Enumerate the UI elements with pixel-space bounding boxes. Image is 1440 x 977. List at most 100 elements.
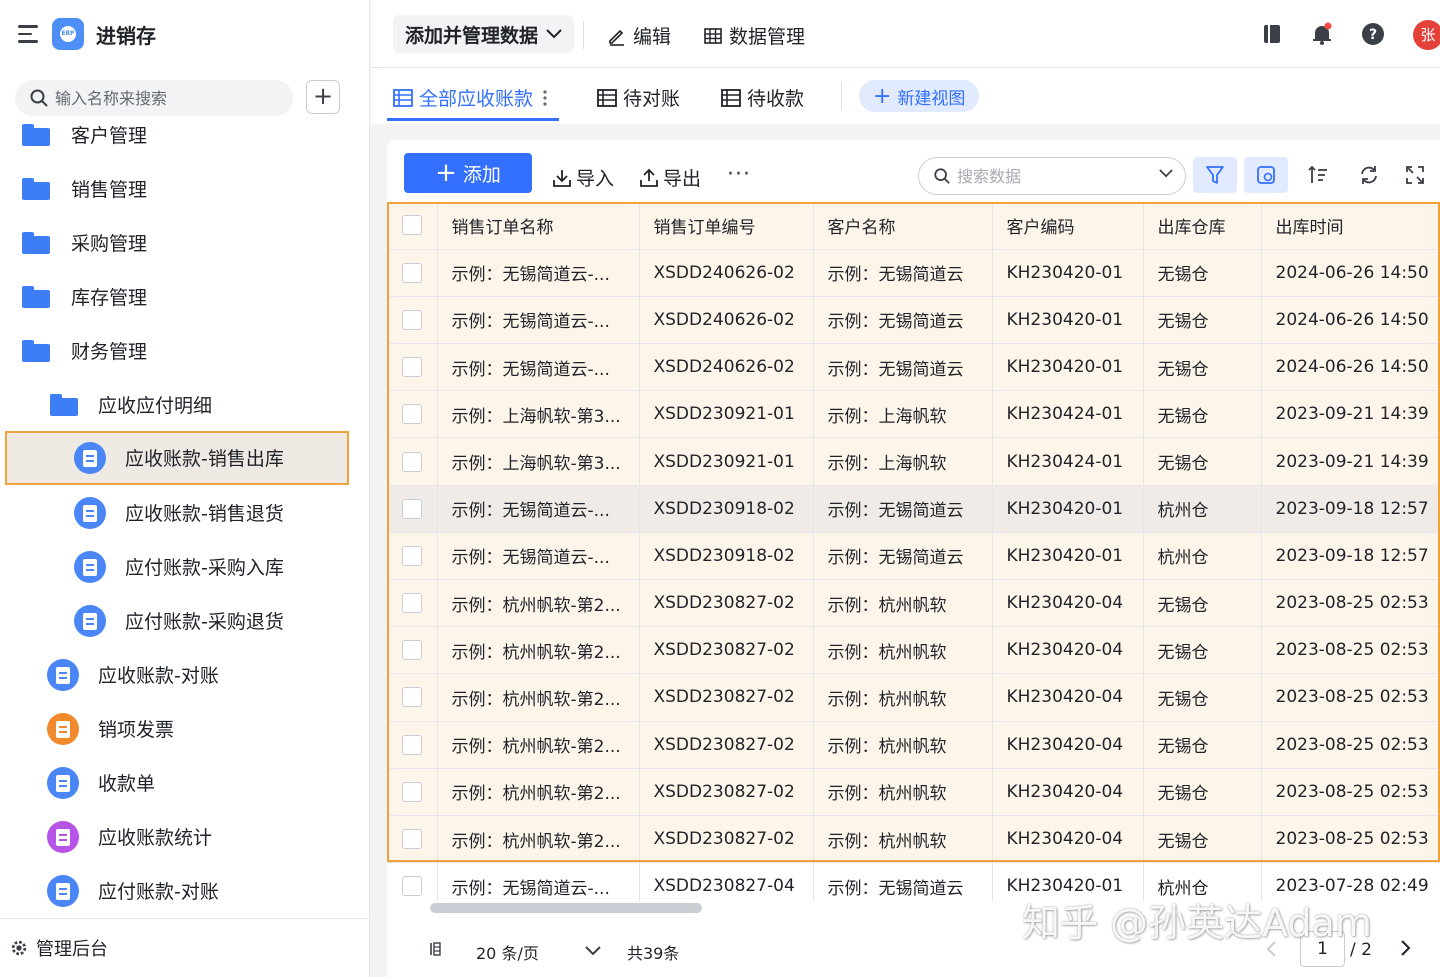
row-checkbox-cell[interactable] bbox=[387, 343, 438, 392]
table-row[interactable]: 示例：无锡简道云-... XSDD240626-02 示例：无锡简道云 KH23042… bbox=[387, 343, 1440, 392]
row-checkbox[interactable] bbox=[401, 451, 422, 472]
row-checkbox-cell[interactable] bbox=[387, 532, 438, 581]
highlight-button[interactable] bbox=[1244, 157, 1288, 193]
row-checkbox-cell[interactable] bbox=[387, 721, 438, 769]
sidebar-item-ap-reconcile[interactable]: 应付账款-对账 bbox=[0, 864, 370, 916]
sidebar-item-ar-reconcile[interactable]: 应收账款-对账 bbox=[0, 648, 370, 702]
row-checkbox-cell[interactable] bbox=[387, 296, 438, 345]
next-page-icon[interactable] bbox=[1399, 937, 1411, 959]
row-checkbox-cell[interactable] bbox=[387, 626, 438, 675]
sidebar-item-sales[interactable]: 销售管理 bbox=[0, 162, 370, 216]
sidebar-item-inventory[interactable]: 库存管理 bbox=[0, 270, 370, 324]
data-manage-button[interactable]: 数据管理 bbox=[703, 22, 805, 49]
row-checkbox[interactable] bbox=[401, 545, 422, 566]
row-checkbox[interactable] bbox=[401, 404, 422, 425]
sidebar-item-receipt[interactable]: 收款单 bbox=[0, 756, 370, 810]
row-checkbox[interactable] bbox=[401, 734, 422, 755]
row-checkbox-cell[interactable] bbox=[387, 437, 438, 486]
export-button[interactable]: 导出 bbox=[639, 164, 701, 191]
help-icon[interactable]: ? bbox=[1360, 21, 1386, 47]
add-item-button[interactable]: + bbox=[306, 80, 340, 114]
row-checkbox[interactable] bbox=[401, 687, 422, 708]
table-row[interactable]: 示例：杭州帆软-第2... XSDD230827-02 示例：杭州帆软 KH23042… bbox=[387, 673, 1440, 722]
sidebar-item-customer[interactable]: 客户管理 bbox=[0, 118, 370, 162]
chevron-down-icon[interactable] bbox=[585, 946, 601, 956]
row-checkbox-cell[interactable] bbox=[387, 673, 438, 722]
row-checkbox[interactable] bbox=[401, 498, 422, 519]
row-checkbox-cell[interactable] bbox=[387, 862, 438, 902]
page-size-label[interactable]: 20 条/页 bbox=[476, 940, 539, 964]
sidebar-search[interactable] bbox=[15, 80, 293, 116]
row-checkbox[interactable] bbox=[401, 829, 422, 850]
table-row[interactable]: 示例：杭州帆软-第2... XSDD230827-02 示例：杭州帆软 KH23042… bbox=[387, 579, 1440, 628]
table-row[interactable]: 示例：无锡简道云-... XSDD230918-02 示例：无锡简道云 KH23042… bbox=[387, 485, 1440, 533]
column-settings-icon[interactable] bbox=[429, 941, 445, 957]
row-checkbox-cell[interactable] bbox=[387, 485, 438, 533]
user-avatar[interactable]: 张 bbox=[1413, 20, 1440, 50]
more-vertical-icon[interactable] bbox=[543, 89, 547, 106]
row-checkbox-cell[interactable] bbox=[387, 390, 438, 439]
table-row[interactable]: 示例：无锡简道云-... XSDD240626-02 示例：无锡简道云 KH23042… bbox=[387, 296, 1440, 345]
column-header[interactable]: 出库仓库 bbox=[1143, 202, 1262, 250]
refresh-button[interactable] bbox=[1347, 157, 1391, 193]
row-checkbox-cell[interactable] bbox=[387, 768, 438, 816]
column-header[interactable]: 销售订单名称 bbox=[437, 202, 640, 250]
table-row[interactable]: 示例：杭州帆软-第2... XSDD230827-02 示例：杭州帆软 KH23042… bbox=[387, 768, 1440, 816]
chevron-down-icon[interactable] bbox=[1159, 169, 1173, 178]
table-row[interactable]: 示例：无锡简道云-... XSDD240626-02 示例：无锡简道云 KH23042… bbox=[387, 249, 1440, 297]
sidebar-search-input[interactable] bbox=[55, 88, 275, 108]
row-checkbox-cell[interactable] bbox=[387, 579, 438, 628]
bell-icon[interactable] bbox=[1309, 21, 1335, 47]
sort-button[interactable] bbox=[1296, 157, 1340, 193]
add-manage-data-dropdown[interactable]: 添加并管理数据 bbox=[393, 15, 575, 53]
select-all-checkbox-cell[interactable] bbox=[387, 202, 438, 250]
row-checkbox[interactable] bbox=[401, 876, 422, 897]
menu-icon[interactable] bbox=[18, 25, 38, 43]
current-page-input[interactable]: 1 bbox=[1300, 931, 1345, 967]
more-options-button[interactable]: ··· bbox=[727, 162, 751, 187]
table-row[interactable]: 示例：无锡简道云-... XSDD230918-02 示例：无锡简道云 KH23042… bbox=[387, 532, 1440, 581]
select-all-checkbox[interactable] bbox=[401, 215, 422, 236]
admin-backend-link[interactable]: 管理后台 bbox=[0, 918, 370, 977]
table-row[interactable]: 示例：上海帆软-第3... XSDD230921-01 示例：上海帆软 KH23042… bbox=[387, 390, 1440, 439]
book-icon[interactable] bbox=[1259, 21, 1285, 47]
column-header[interactable]: 出库时间 bbox=[1261, 202, 1440, 250]
column-header[interactable]: 客户编码 bbox=[992, 202, 1144, 250]
filter-button[interactable] bbox=[1193, 157, 1237, 193]
sidebar-item-ar-sales-return[interactable]: 应收账款-销售退货 bbox=[0, 486, 370, 540]
sidebar-item-ar-stats[interactable]: 应收账款统计 bbox=[0, 810, 370, 864]
sidebar-item-purchase[interactable]: 采购管理 bbox=[0, 216, 370, 270]
new-view-button[interactable]: + 新建视图 bbox=[859, 80, 980, 112]
row-checkbox[interactable] bbox=[401, 357, 422, 378]
row-checkbox[interactable] bbox=[401, 640, 422, 661]
tab-pending-payment[interactable]: 待收款 bbox=[721, 84, 804, 111]
row-checkbox[interactable] bbox=[401, 309, 422, 330]
table-row[interactable]: 示例：杭州帆软-第2... XSDD230827-02 示例：杭州帆软 KH23042… bbox=[387, 626, 1440, 675]
tab-all-receivables[interactable]: 全部应收账款 bbox=[393, 84, 553, 111]
sidebar-item-finance[interactable]: 财务管理 bbox=[0, 324, 370, 378]
column-header[interactable]: 客户名称 bbox=[813, 202, 993, 250]
table-row[interactable]: 示例：无锡简道云-... XSDD230827-04 示例：无锡简道云 KH23042… bbox=[387, 862, 1440, 902]
table-row[interactable]: 示例：杭州帆软-第2... XSDD230827-02 示例：杭州帆软 KH23042… bbox=[387, 721, 1440, 769]
data-search-input[interactable] bbox=[957, 166, 1147, 186]
edit-button[interactable]: 编辑 bbox=[607, 22, 671, 49]
row-checkbox[interactable] bbox=[401, 781, 422, 802]
sidebar-item-ar-ap-detail[interactable]: 应收应付明细 bbox=[0, 378, 370, 432]
prev-page-icon[interactable] bbox=[1265, 940, 1277, 958]
data-search[interactable] bbox=[918, 157, 1186, 195]
sidebar-item-ap-purchase-return[interactable]: 应付账款-采购退货 bbox=[0, 594, 370, 648]
row-checkbox[interactable] bbox=[401, 262, 422, 283]
horizontal-scrollbar[interactable] bbox=[430, 903, 702, 913]
import-button[interactable]: 导入 bbox=[552, 164, 614, 191]
tab-pending-reconcile[interactable]: 待对账 bbox=[597, 84, 680, 111]
column-header[interactable]: 销售订单编号 bbox=[639, 202, 814, 250]
row-checkbox-cell[interactable] bbox=[387, 815, 438, 864]
row-checkbox-cell[interactable] bbox=[387, 249, 438, 297]
fullscreen-button[interactable] bbox=[1393, 157, 1437, 193]
sidebar-item-output-invoice[interactable]: 销项发票 bbox=[0, 702, 370, 756]
sidebar-item-ar-sales-outbound[interactable]: 应收账款-销售出库 bbox=[5, 431, 349, 485]
row-checkbox[interactable] bbox=[401, 593, 422, 614]
add-record-button[interactable]: + 添加 bbox=[404, 153, 532, 193]
sidebar-item-ap-purchase-inbound[interactable]: 应付账款-采购入库 bbox=[0, 540, 370, 594]
table-row[interactable]: 示例：上海帆软-第3... XSDD230921-01 示例：上海帆软 KH23042… bbox=[387, 437, 1440, 486]
